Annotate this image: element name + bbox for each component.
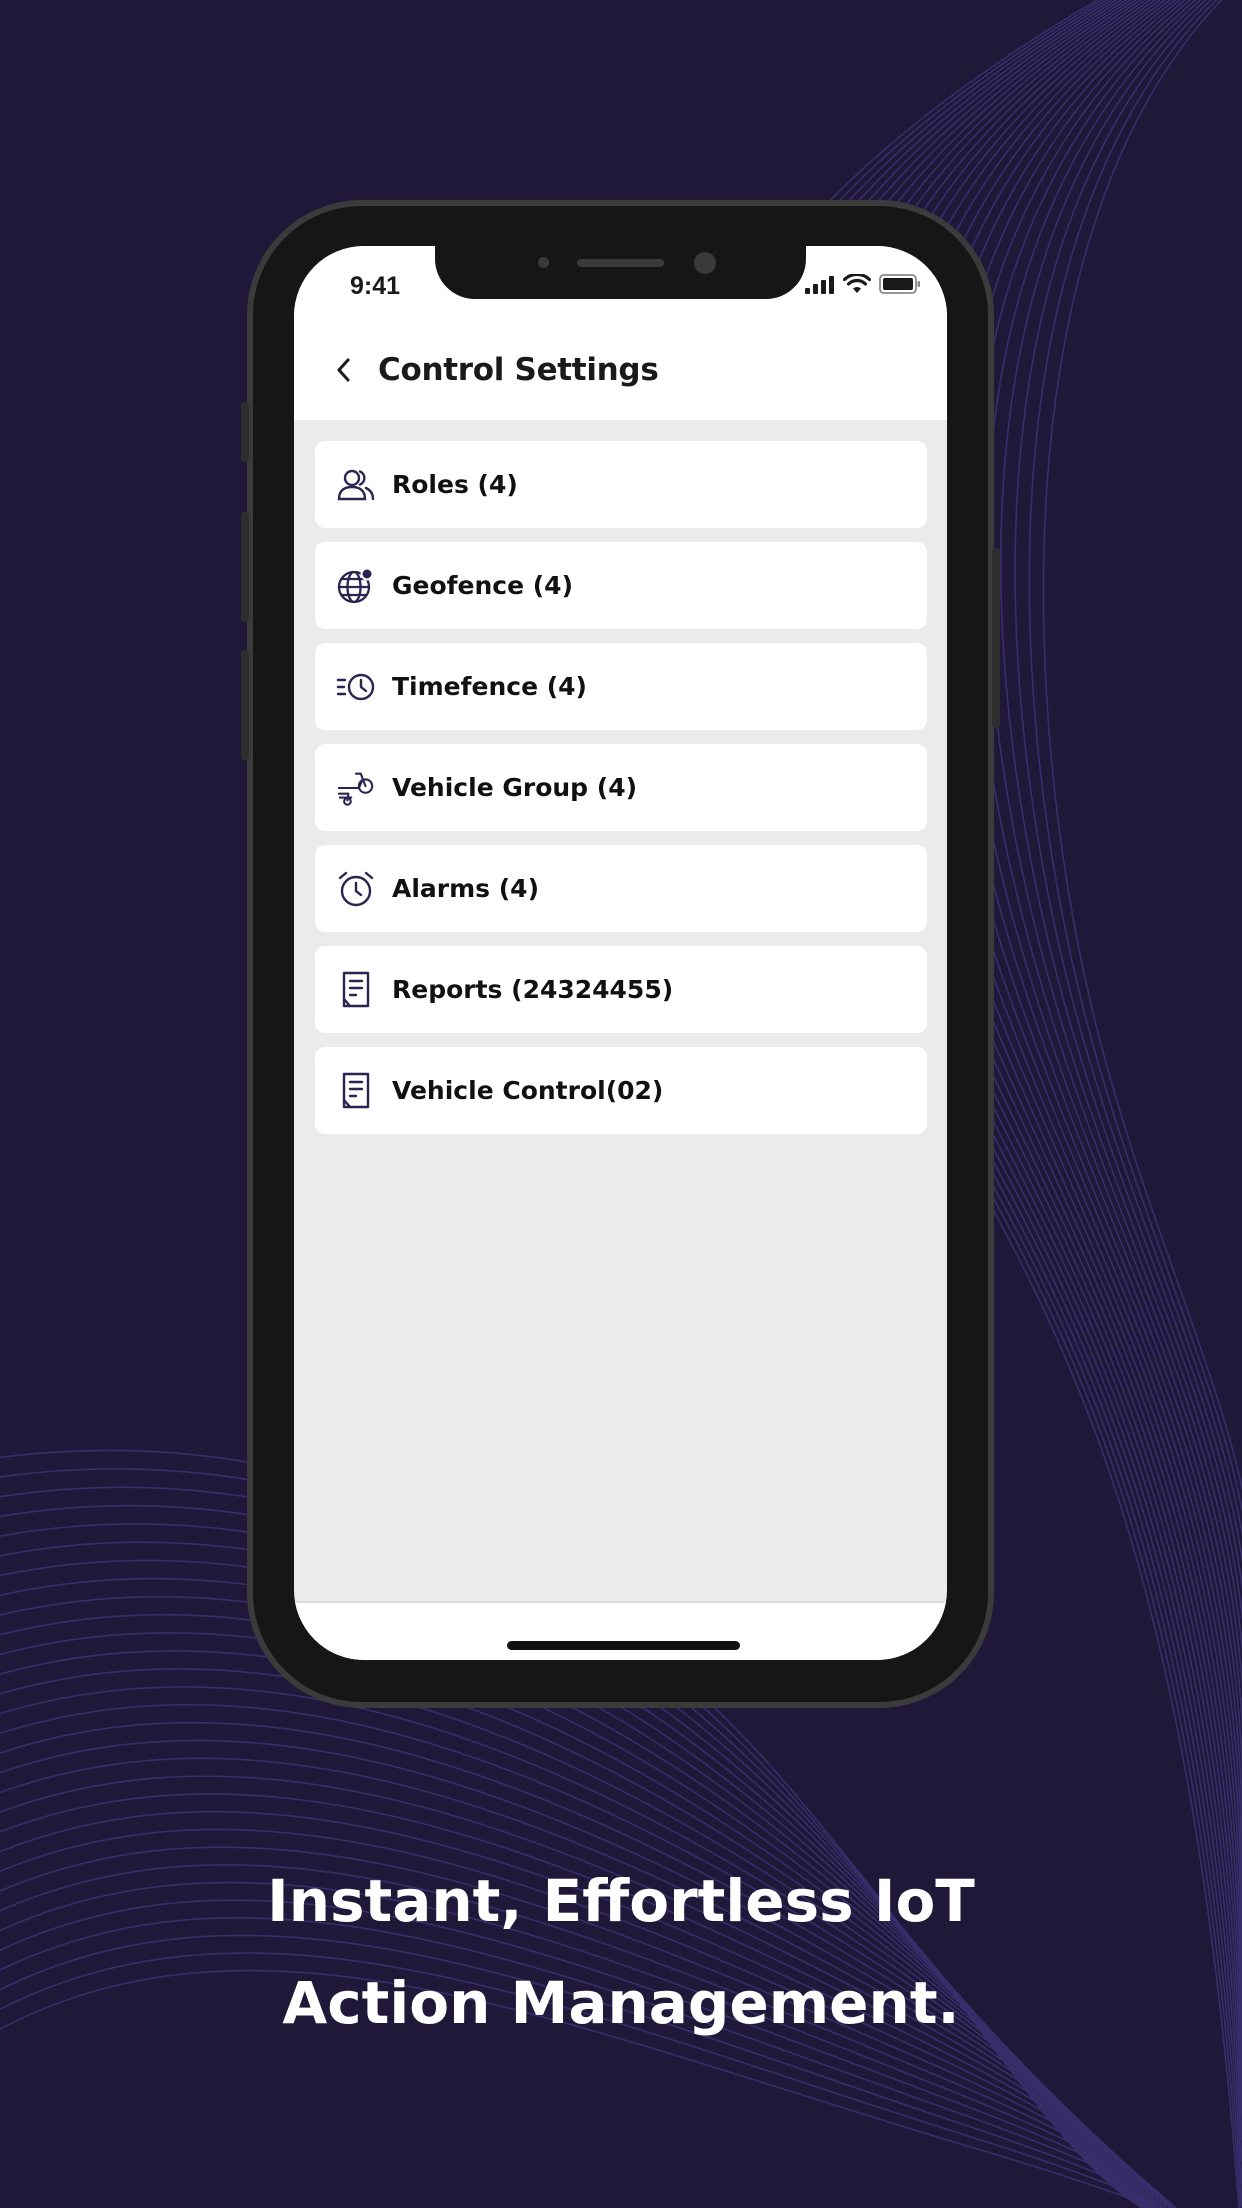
earpiece-speaker <box>577 259 664 267</box>
list-item-alarms[interactable]: Alarms (4) <box>315 845 927 932</box>
tagline-line-2: Action Management. <box>282 1969 960 2037</box>
list-item-roles[interactable]: Roles (4) <box>315 441 927 528</box>
list-item-label: Vehicle Group (4) <box>392 773 638 802</box>
settings-list: Roles (4) Geofence (4) Timefence (4) Veh… <box>315 441 927 1148</box>
marketing-tagline: Instant, Effortless IoT Action Managemen… <box>0 1850 1242 2054</box>
report-document-icon <box>336 1071 376 1111</box>
list-item-vehicle-group[interactable]: Vehicle Group (4) <box>315 744 927 831</box>
list-item-timefence[interactable]: Timefence (4) <box>315 643 927 730</box>
clock-speed-icon <box>336 667 376 707</box>
list-item-geofence[interactable]: Geofence (4) <box>315 542 927 629</box>
globe-pin-icon <box>336 566 376 606</box>
list-item-label: Geofence (4) <box>392 571 574 600</box>
phone-notch <box>435 246 806 299</box>
users-icon <box>336 465 376 505</box>
status-icons <box>805 272 921 299</box>
back-button[interactable] <box>324 350 364 390</box>
proximity-sensor <box>538 257 549 268</box>
list-item-vehicle-control[interactable]: Vehicle Control(02) <box>315 1047 927 1134</box>
cellular-signal-icon <box>805 276 835 299</box>
wifi-icon <box>842 272 872 299</box>
tagline-line-1: Instant, Effortless IoT <box>267 1867 975 1935</box>
list-item-label: Alarms (4) <box>392 874 539 903</box>
header: Control Settings <box>294 346 947 396</box>
volume-up-button <box>241 512 249 622</box>
chevron-left-icon <box>337 358 350 382</box>
power-button <box>992 548 1000 728</box>
scooter-icon <box>336 768 376 808</box>
app-screen: 9:41 Control Settings Roles (4) Geofence… <box>294 246 947 1660</box>
report-document-icon <box>336 970 376 1010</box>
home-indicator[interactable] <box>507 1641 740 1650</box>
front-camera <box>694 252 716 274</box>
list-item-label: Roles (4) <box>392 470 518 499</box>
status-time: 9:41 <box>350 272 401 300</box>
list-item-label: Reports (24324455) <box>392 975 674 1004</box>
list-item-label: Vehicle Control(02) <box>392 1076 664 1105</box>
list-item-reports[interactable]: Reports (24324455) <box>315 946 927 1033</box>
mute-switch <box>241 402 249 462</box>
volume-down-button <box>241 650 249 760</box>
list-item-label: Timefence (4) <box>392 672 587 701</box>
bottom-bar <box>294 1601 947 1660</box>
page-title: Control Settings <box>378 352 659 388</box>
battery-icon <box>879 274 921 299</box>
alarm-clock-icon <box>336 869 376 909</box>
